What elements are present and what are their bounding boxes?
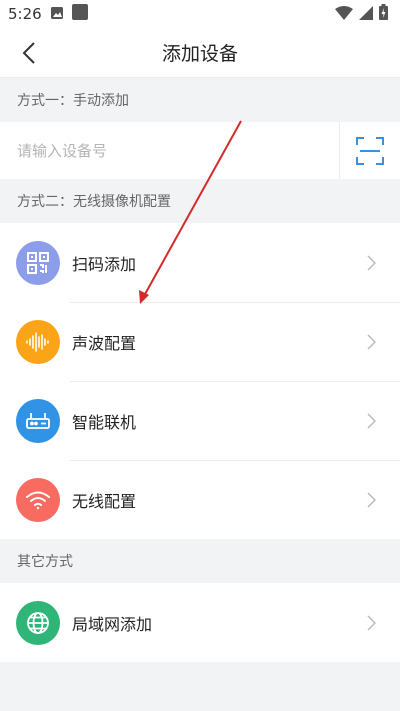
list-item-wireless-config[interactable]: 无线配置 [0, 460, 400, 539]
section-header-manual: 方式一：手动添加 [17, 93, 129, 109]
status-bar: 5:26 [0, 0, 400, 28]
scan-button[interactable] [339, 122, 400, 179]
section-header-other: 其它方式 [17, 554, 73, 570]
scan-frame-icon [356, 136, 384, 165]
image-icon [50, 5, 64, 24]
list-item-smart-connect[interactable]: 智能联机 [0, 381, 400, 460]
chevron-right-icon [356, 248, 386, 278]
page-title: 添加设备 [161, 43, 238, 65]
manual-add-row [0, 122, 400, 179]
list-item-sound-wave-config[interactable]: 声波配置 [0, 302, 400, 381]
list-item-scan-add[interactable]: 扫码添加 [0, 223, 400, 302]
app-bar: 添加设备 [0, 28, 400, 78]
chevron-right-icon [356, 406, 386, 436]
item-label: 无线配置 [72, 491, 137, 511]
item-label: 局域网添加 [72, 614, 153, 634]
chevron-right-icon [356, 608, 386, 638]
status-time: 5:26 [8, 5, 42, 23]
globe-icon [16, 600, 60, 645]
app-square-icon [71, 4, 88, 24]
wifi-icon [335, 5, 353, 24]
item-label: 声波配置 [72, 333, 137, 353]
device-number-input[interactable] [0, 122, 339, 179]
list-item-lan-add[interactable]: 局域网添加 [0, 583, 400, 662]
section-header-wireless: 方式二：无线摄像机配置 [17, 194, 171, 210]
back-button[interactable] [14, 38, 44, 68]
wireless-options-list: 扫码添加 声波配置 智能联机 无线配置 [0, 223, 400, 539]
item-label: 智能联机 [72, 412, 137, 432]
sound-wave-icon [16, 319, 60, 364]
wifi-icon [16, 477, 60, 522]
cellular-icon [359, 5, 373, 24]
router-icon [16, 398, 60, 443]
other-options-list: 局域网添加 [0, 583, 400, 662]
chevron-left-icon [22, 42, 35, 64]
item-label: 扫码添加 [72, 254, 137, 274]
battery-icon [379, 4, 388, 24]
qr-code-icon [16, 240, 60, 285]
chevron-right-icon [356, 485, 386, 515]
chevron-right-icon [356, 327, 386, 357]
